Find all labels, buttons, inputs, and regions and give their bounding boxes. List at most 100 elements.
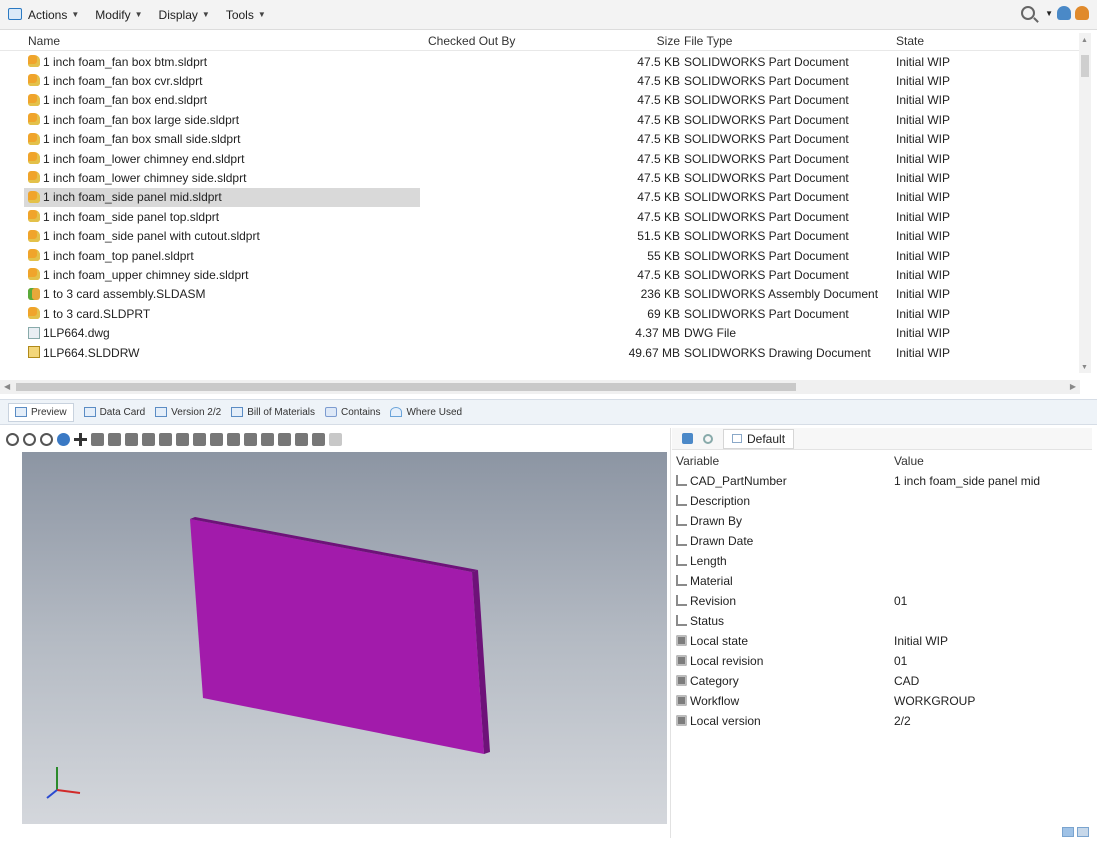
attribute-variable-icon (676, 495, 687, 506)
table-row[interactable]: 1 inch foam_fan box large side.sldprt 47.… (0, 110, 1080, 129)
table-row[interactable]: 1 inch foam_fan box btm.sldprt 47.5 KB SOL… (0, 52, 1080, 71)
cell-state: Initial WIP (896, 209, 951, 224)
right-view-icon[interactable] (193, 432, 206, 446)
scroll-down-arrow-icon[interactable]: ▼ (1081, 364, 1088, 371)
table-row[interactable]: 1 inch foam_top panel.sldprt 55 KB SOLIDWO… (0, 246, 1080, 265)
select-icon[interactable] (278, 432, 291, 446)
menu-display[interactable]: Display ▼ (159, 8, 214, 22)
menu-label: Modify (95, 7, 131, 22)
property-row[interactable]: Local revision 01 (672, 651, 1092, 671)
scroll-left-arrow-icon[interactable]: ◀ (4, 382, 10, 391)
part-model-view[interactable] (22, 452, 667, 824)
isometric-view-icon[interactable] (244, 432, 257, 446)
property-row[interactable]: Length (672, 551, 1092, 571)
user-icon[interactable] (1075, 6, 1089, 20)
property-row[interactable]: Description (672, 491, 1092, 511)
tab-preview[interactable]: Preview (8, 402, 74, 422)
property-row[interactable]: Drawn Date (672, 531, 1092, 551)
bottom-view-icon[interactable] (227, 432, 240, 446)
detail-view-icon[interactable] (1077, 827, 1089, 837)
eraser-icon[interactable] (329, 432, 342, 446)
shaded-icon[interactable] (91, 432, 104, 446)
left-view-icon[interactable] (176, 432, 189, 446)
cell-state: Initial WIP (896, 287, 951, 302)
settings-icon[interactable] (703, 433, 713, 444)
cell-state: Initial WIP (896, 54, 951, 69)
3d-viewport[interactable] (22, 452, 667, 824)
system-variable-icon (676, 695, 687, 706)
part-icon (28, 268, 40, 281)
tab-contains[interactable]: Contains (325, 407, 380, 418)
pan-icon[interactable] (74, 432, 87, 446)
cell-state: Initial WIP (896, 267, 951, 282)
column-header-checked-out-by[interactable]: Checked Out By (428, 34, 515, 48)
table-row[interactable]: 1 inch foam_lower chimney side.sldprt 47.… (0, 168, 1080, 187)
list-view-icon[interactable] (1062, 827, 1074, 837)
zoom-fit-icon[interactable] (40, 432, 53, 446)
measure-icon[interactable] (261, 432, 274, 446)
column-header-size[interactable]: Size (600, 34, 680, 48)
rotate-icon[interactable] (57, 432, 70, 446)
table-row[interactable]: 1 to 3 card assembly.SLDASM 236 KB SOLIDWO… (0, 285, 1080, 304)
table-row[interactable]: 1 inch foam_fan box cvr.sldprt 47.5 KB SOL… (0, 71, 1080, 90)
search-icon[interactable] (1021, 6, 1036, 20)
vertical-scrollbar[interactable]: ▲ ▼ (1079, 33, 1091, 373)
property-row[interactable]: Status (672, 611, 1092, 631)
property-row[interactable]: Workflow WORKGROUP (672, 691, 1092, 711)
table-row[interactable]: 1LP664.SLDDRW 49.67 MB SOLIDWORKS Drawing … (0, 343, 1080, 362)
properties-header-value[interactable]: Value (894, 454, 924, 468)
users-icon[interactable] (1057, 6, 1071, 20)
section-icon[interactable] (125, 432, 138, 446)
chevron-down-icon: ▼ (71, 10, 80, 19)
property-row[interactable]: Local state Initial WIP (672, 631, 1092, 651)
search-dropdown-icon[interactable]: ▼ (1045, 9, 1053, 18)
panel-divider[interactable] (670, 428, 671, 838)
scroll-right-arrow-icon[interactable]: ▶ (1070, 382, 1076, 391)
column-header-state[interactable]: State (896, 34, 924, 48)
table-row[interactable]: 1 inch foam_side panel mid.sldprt 47.5 KB… (0, 187, 1080, 207)
cell-state: Initial WIP (896, 345, 951, 360)
property-row[interactable]: Revision 01 (672, 591, 1092, 611)
property-row[interactable]: Drawn By (672, 511, 1092, 531)
tab-data-card[interactable]: Data Card (83, 407, 145, 418)
front-view-icon[interactable] (142, 432, 155, 446)
properties-header-variable[interactable]: Variable (676, 454, 719, 468)
back-view-icon[interactable] (159, 432, 172, 446)
cell-name: 1 inch foam_fan box end.sldprt (43, 93, 208, 108)
menu-tools[interactable]: Tools ▼ (226, 8, 270, 22)
tab-bill-of-materials[interactable]: Bill of Materials (231, 407, 315, 418)
table-row[interactable]: 1 to 3 card.SLDPRT 69 KB SOLIDWORKS Part D… (0, 304, 1080, 323)
card-icon[interactable] (682, 433, 693, 444)
wireframe-icon[interactable] (108, 432, 121, 446)
table-row[interactable]: 1 inch foam_side panel top.sldprt 47.5 KB… (0, 207, 1080, 226)
vertical-scroll-thumb[interactable] (1081, 55, 1089, 77)
property-row[interactable]: Category CAD (672, 671, 1092, 691)
contains-icon (325, 407, 338, 417)
menu-actions[interactable]: Actions ▼ (28, 8, 83, 22)
table-row[interactable]: 1 inch foam_fan box small side.sldprt 47.… (0, 130, 1080, 149)
column-header-file-type[interactable]: File Type (684, 34, 732, 48)
tab-version-2-2[interactable]: Version 2/2 (155, 407, 221, 418)
cell-state: Initial WIP (896, 170, 951, 185)
tab-configuration-default[interactable]: Default (723, 428, 795, 449)
zoom-icon[interactable] (6, 432, 19, 446)
property-value: Initial WIP (894, 634, 949, 648)
horizontal-scroll-thumb[interactable] (16, 383, 796, 391)
table-row[interactable]: 1 inch foam_upper chimney side.sldprt 47.… (0, 265, 1080, 284)
table-row[interactable]: 1 inch foam_fan box end.sldprt 47.5 KB SOL… (0, 91, 1080, 110)
column-header-name[interactable]: Name (28, 34, 60, 48)
table-row[interactable]: 1 inch foam_side panel with cutout.sldpr… (0, 227, 1080, 246)
property-row[interactable]: Local version 2/2 (672, 711, 1092, 731)
tab-where-used[interactable]: Where Used (390, 407, 462, 418)
markup-icon[interactable] (295, 432, 308, 446)
zoom-window-icon[interactable] (23, 432, 36, 446)
property-row[interactable]: Material (672, 571, 1092, 591)
menu-modify[interactable]: Modify ▼ (95, 8, 146, 22)
horizontal-scrollbar[interactable]: ◀ ▶ (0, 380, 1080, 394)
scroll-up-arrow-icon[interactable]: ▲ (1081, 37, 1088, 44)
top-view-icon[interactable] (210, 432, 223, 446)
pen-icon[interactable] (312, 432, 325, 446)
property-row[interactable]: CAD_PartNumber 1 inch foam_side panel mid (672, 471, 1092, 491)
table-row[interactable]: 1LP664.dwg 4.37 MB DWG File Initial WIP (0, 324, 1080, 343)
table-row[interactable]: 1 inch foam_lower chimney end.sldprt 47.5… (0, 149, 1080, 168)
